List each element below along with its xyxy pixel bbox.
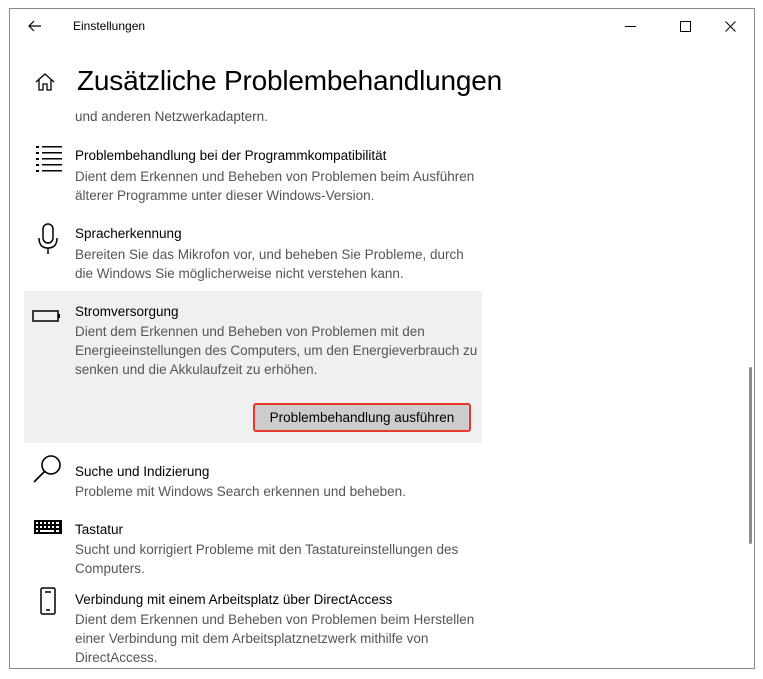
microphone-icon <box>32 223 64 255</box>
close-icon <box>724 20 736 32</box>
minimize-icon <box>624 25 636 27</box>
home-icon <box>35 73 55 91</box>
item-name: Spracherkennung <box>75 226 182 241</box>
home-button[interactable] <box>34 71 56 93</box>
item-name: Tastatur <box>75 522 124 537</box>
troubleshooter-keyboard[interactable]: Tastatur Sucht und korrigiert Probleme m… <box>24 513 482 576</box>
item-description: Dient dem Erkennen und Beheben von Probl… <box>75 169 475 203</box>
run-troubleshooter-button[interactable]: Problembehandlung ausführen <box>253 403 471 432</box>
title-bar: Einstellungen <box>10 9 754 43</box>
troubleshooter-search-indexing[interactable]: Suche und Indizierung Probleme mit Windo… <box>24 453 482 509</box>
troubleshooter-power[interactable]: Stromversorgung Dient dem Erkennen und B… <box>24 291 482 443</box>
back-button[interactable] <box>24 15 46 37</box>
item-name: Suche und Indizierung <box>75 464 210 479</box>
page-title: Zusätzliche Problembehandlungen <box>77 65 502 96</box>
maximize-button[interactable] <box>662 9 708 43</box>
back-arrow-icon <box>28 20 41 32</box>
item-name: Verbindung mit einem Arbeitsplatz über D… <box>75 592 393 607</box>
minimize-button[interactable] <box>607 9 653 43</box>
troubleshooter-directaccess[interactable]: Verbindung mit einem Arbeitsplatz über D… <box>24 584 482 665</box>
item-description: Dient dem Erkennen und Beheben von Probl… <box>75 324 478 377</box>
settings-window: Einstellungen Zusätzliche Problembehandl… <box>9 8 755 669</box>
item-name: Stromversorgung <box>75 304 179 319</box>
keyboard-icon <box>32 513 64 545</box>
previous-item-description: und anderen Netzwerkadaptern. <box>75 109 268 124</box>
item-description: Sucht und korrigiert Probleme mit den Ta… <box>75 542 459 576</box>
item-name: Problembehandlung bei der Programmkompat… <box>75 148 387 163</box>
list-icon <box>32 144 64 176</box>
item-description: Bereiten Sie das Mikrofon vor, und beheb… <box>75 247 464 281</box>
maximize-icon <box>679 20 691 32</box>
troubleshooter-speech[interactable]: Spracherkennung Bereiten Sie das Mikrofo… <box>24 223 482 293</box>
troubleshooter-program-compatibility[interactable]: Problembehandlung bei der Programmkompat… <box>24 144 482 214</box>
item-description: Dient dem Erkennen und Beheben von Probl… <box>75 612 475 665</box>
battery-icon <box>32 299 64 331</box>
item-description: Probleme mit Windows Search erkennen und… <box>75 484 406 499</box>
phone-icon <box>32 584 64 616</box>
scrollbar-thumb[interactable] <box>749 367 752 544</box>
app-title: Einstellungen <box>73 19 146 33</box>
close-button[interactable] <box>707 9 753 43</box>
search-icon <box>32 453 64 485</box>
